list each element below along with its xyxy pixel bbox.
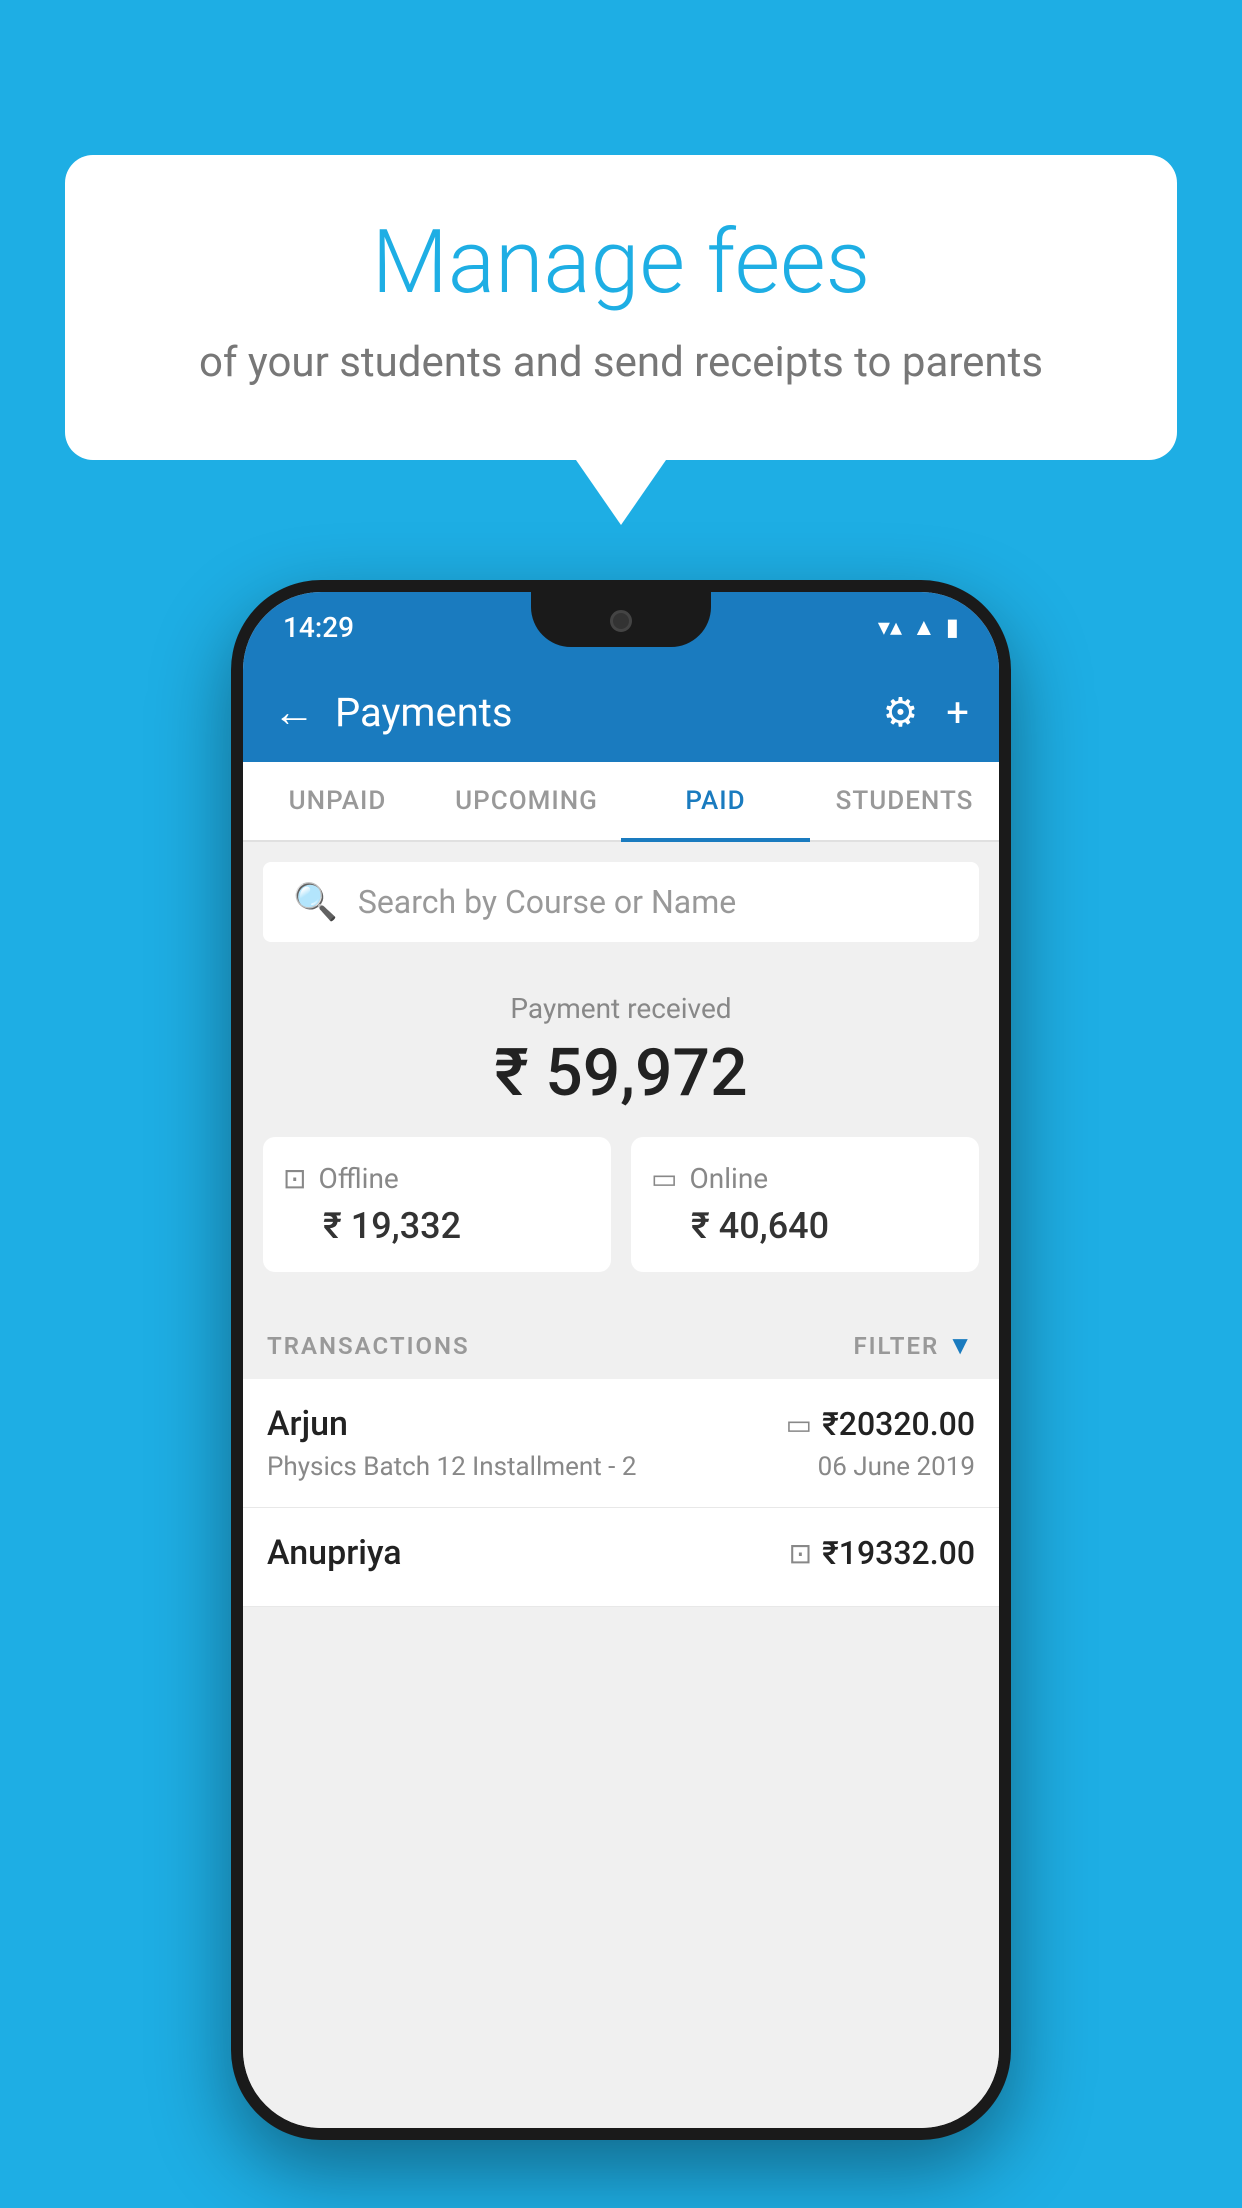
online-amount: ₹ 40,640 <box>651 1205 959 1247</box>
payment-section: Payment received ₹ 59,972 ⊡ Offline ₹ 19… <box>243 962 999 1312</box>
phone-mockup: 14:29 ▾▴ ▲ ▮ ← Payments ⚙ + UNPAID UPCOM… <box>231 580 1011 2140</box>
offline-icon: ⊡ <box>283 1162 306 1195</box>
online-payment-icon: ▭ <box>786 1408 812 1441</box>
payment-received-label: Payment received <box>263 992 979 1025</box>
app-bar-actions: ⚙ + <box>882 689 969 736</box>
app-bar-title: Payments <box>335 689 862 736</box>
speech-bubble-subtitle: of your students and send receipts to pa… <box>145 336 1097 391</box>
battery-icon: ▮ <box>946 613 959 641</box>
transaction-name: Anupriya <box>267 1533 402 1573</box>
speech-bubble-card: Manage fees of your students and send re… <box>65 155 1177 460</box>
online-label: Online <box>689 1162 768 1195</box>
transaction-amount-wrap: ⊡ ₹19332.00 <box>789 1534 975 1572</box>
notch <box>531 592 711 647</box>
settings-button[interactable]: ⚙ <box>882 689 918 736</box>
payment-total-amount: ₹ 59,972 <box>263 1035 979 1112</box>
transaction-name: Arjun <box>267 1404 348 1444</box>
transaction-bottom: Physics Batch 12 Installment - 2 06 June… <box>267 1452 975 1482</box>
wifi-icon: ▾▴ <box>878 613 902 641</box>
transaction-amount: ₹20320.00 <box>822 1405 975 1443</box>
tabs-bar: UNPAID UPCOMING PAID STUDENTS <box>243 762 999 842</box>
online-card: ▭ Online ₹ 40,640 <box>631 1137 979 1272</box>
tab-unpaid[interactable]: UNPAID <box>243 762 432 840</box>
transactions-label: TRANSACTIONS <box>267 1332 470 1360</box>
signal-icon: ▲ <box>912 613 936 642</box>
filter-icon: ▼ <box>947 1330 975 1361</box>
speech-bubble-title: Manage fees <box>145 215 1097 312</box>
transaction-amount-wrap: ▭ ₹20320.00 <box>786 1405 975 1443</box>
online-card-header: ▭ Online <box>651 1162 959 1195</box>
transaction-amount: ₹19332.00 <box>822 1534 975 1572</box>
transaction-top: Arjun ▭ ₹20320.00 <box>267 1404 975 1444</box>
back-button[interactable]: ← <box>273 688 315 737</box>
filter-button[interactable]: FILTER ▼ <box>853 1330 975 1361</box>
offline-payment-icon: ⊡ <box>789 1537 812 1570</box>
filter-label: FILTER <box>853 1332 939 1360</box>
tab-upcoming[interactable]: UPCOMING <box>432 762 621 840</box>
camera <box>610 610 632 632</box>
content-area: 🔍 Search by Course or Name Payment recei… <box>243 842 999 2128</box>
offline-amount: ₹ 19,332 <box>283 1205 591 1247</box>
search-bar[interactable]: 🔍 Search by Course or Name <box>263 862 979 942</box>
speech-bubble-section: Manage fees of your students and send re… <box>65 155 1177 525</box>
transaction-course: Physics Batch 12 Installment - 2 <box>267 1452 636 1482</box>
transaction-date: 06 June 2019 <box>818 1452 975 1482</box>
transaction-row[interactable]: Arjun ▭ ₹20320.00 Physics Batch 12 Insta… <box>243 1379 999 1508</box>
app-bar: ← Payments ⚙ + <box>243 662 999 762</box>
payment-cards: ⊡ Offline ₹ 19,332 ▭ Online ₹ 40,640 <box>263 1137 979 1272</box>
online-icon: ▭ <box>651 1162 677 1195</box>
tab-students[interactable]: STUDENTS <box>810 762 999 840</box>
search-placeholder: Search by Course or Name <box>358 883 736 921</box>
transaction-top: Anupriya ⊡ ₹19332.00 <box>267 1533 975 1573</box>
transactions-header: TRANSACTIONS FILTER ▼ <box>243 1312 999 1379</box>
status-time: 14:29 <box>283 611 354 644</box>
phone-screen: 14:29 ▾▴ ▲ ▮ ← Payments ⚙ + UNPAID UPCOM… <box>243 592 999 2128</box>
offline-card-header: ⊡ Offline <box>283 1162 591 1195</box>
search-icon: 🔍 <box>293 881 338 923</box>
offline-label: Offline <box>318 1162 398 1195</box>
add-button[interactable]: + <box>946 689 969 736</box>
tab-paid[interactable]: PAID <box>621 762 810 840</box>
offline-card: ⊡ Offline ₹ 19,332 <box>263 1137 611 1272</box>
speech-bubble-tail <box>576 460 666 525</box>
status-icons: ▾▴ ▲ ▮ <box>878 613 959 642</box>
transaction-row[interactable]: Anupriya ⊡ ₹19332.00 <box>243 1508 999 1607</box>
